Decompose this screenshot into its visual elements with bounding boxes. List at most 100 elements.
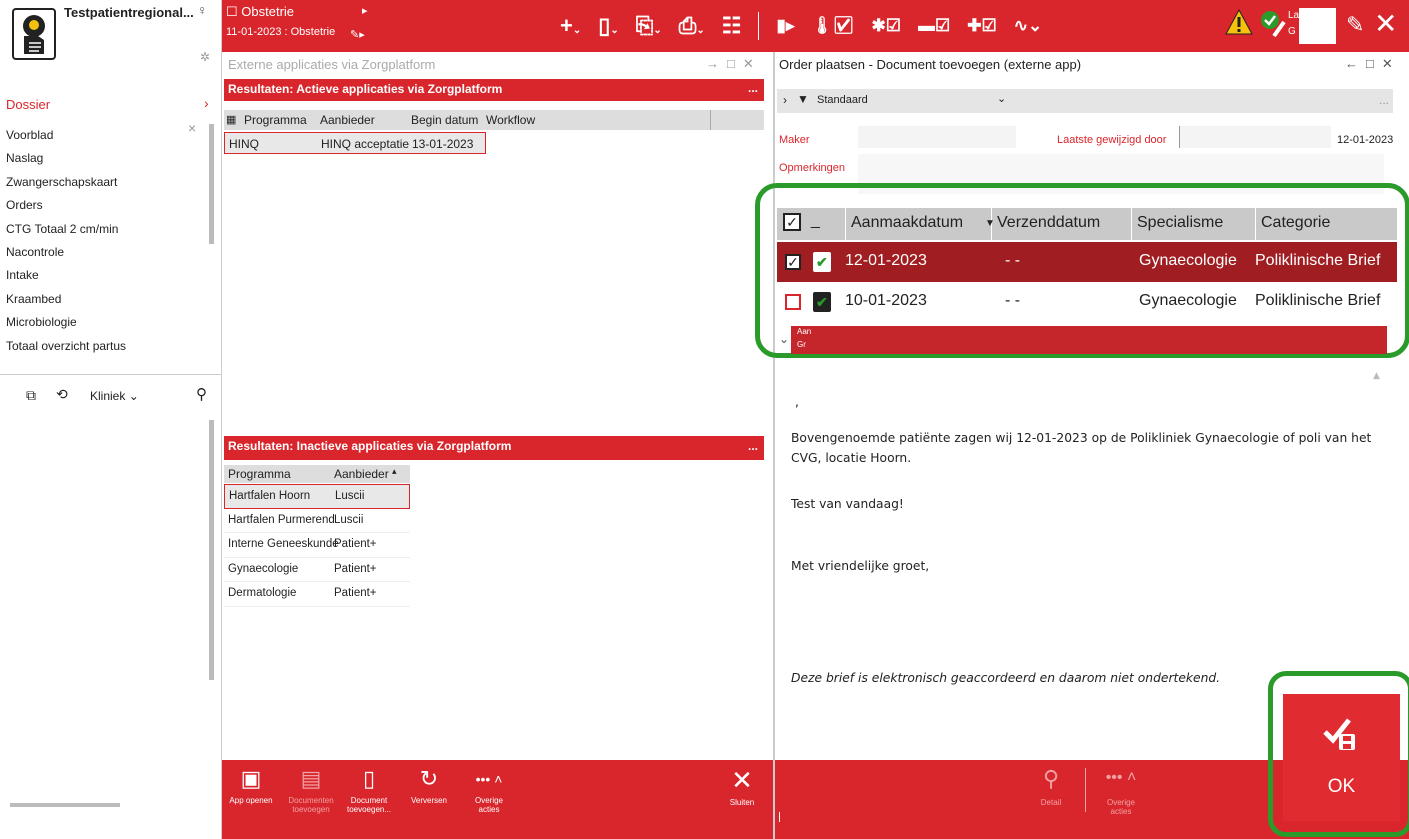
letter-comma: , [795,395,799,409]
more-icon[interactable]: ... [748,81,758,95]
bed-icon[interactable]: ▬☑ [918,16,950,36]
active-table-header: ▦ Programma Aanbieder Begin datum Workflow [224,110,764,130]
column-header[interactable]: Workflow [486,113,535,127]
table-row[interactable]: Dermatologie Patient+ [224,582,410,607]
filter-select[interactable]: Kliniek ⌄ [90,389,139,403]
medication-icon[interactable]: ✱☑ [872,16,901,36]
top-bar: ☐ Obstetrie 11-01-2023 : Obstetrie ▸ ✎▸ … [222,0,1409,52]
more-icon[interactable]: ... [1379,93,1389,107]
chevron-right-icon[interactable]: › [783,93,787,107]
table-row[interactable]: Gynaecologie Patient+ [224,558,410,582]
check-pen-icon[interactable] [1258,8,1288,38]
scroll-up-icon[interactable]: ▲ [1373,366,1380,386]
sidebar-item[interactable]: CTG Totaal 2 cm/min [6,218,196,241]
folder-icon: ☐ [226,4,238,19]
detail-button[interactable]: ⚲ Detail [1031,766,1071,807]
right-title: Order plaatsen - Document toevoegen (ext… [779,57,1082,72]
table-row[interactable]: HINQ HINQ acceptatie 13-01-2023 [224,132,486,154]
column-header[interactable]: Begin datum [411,113,478,127]
footer-buttons: ▣ App openen ▤ Documenten toevoegen ▯ Document… [222,760,552,839]
footer-button[interactable]: ••• ˄ Overige acties [462,766,516,814]
overige-button[interactable]: ••• ˄ Overige acties [1097,766,1145,816]
panel-controls[interactable]: →□✕ [706,56,762,72]
dossier-header[interactable]: Dossier › [0,94,222,114]
scrollbar[interactable] [209,420,214,680]
gewijzigd-field[interactable] [1179,126,1331,148]
sidebar-item[interactable]: Naslag [6,147,196,170]
maker-label: Maker [779,134,810,146]
footer-label: acties [478,805,500,814]
sidebar-item[interactable]: Voorblad [6,124,196,147]
context-selector[interactable]: ☐ Obstetrie 11-01-2023 : Obstetrie [226,4,376,48]
pen-icon[interactable]: ✎▸ [350,28,365,41]
injection-icon[interactable]: ✚☑ [967,16,996,36]
table-row[interactable]: Hartfalen Hoorn Luscii [224,484,410,509]
more-icon[interactable]: ... [748,439,758,453]
cursor-mark [779,812,780,822]
print-icon[interactable]: ⎙⌄ [679,13,705,39]
panel-controls[interactable]: ←□✕ [1345,56,1401,72]
warning-icon[interactable] [1224,8,1254,36]
list-settings-icon[interactable]: ☷ [722,13,742,39]
sidebar-item[interactable]: Microbiologie [6,311,196,334]
table-row[interactable]: Hartfalen Purmerend Luscii [224,509,410,533]
sidebar-item[interactable]: Kraambed [6,288,196,311]
user-box[interactable] [1299,8,1336,44]
stethoscope-icon[interactable]: ∿⌄ [1014,16,1043,36]
user-label-1: La [1288,10,1300,21]
footer-button[interactable]: ↻ Verversen [402,766,456,805]
column-header[interactable]: Programma [228,467,291,481]
table-cell: Luscii [335,490,365,502]
avatar[interactable] [12,8,56,60]
active-section-header: Resultaten: Actieve applicaties via Zorg… [224,79,764,101]
letter-paragraph-1: Bovengenoemde patiënte zagen wij 12-01-2… [791,431,1372,465]
add-icon[interactable]: +⌄ [560,13,581,39]
sidebar-item[interactable]: Orders [6,194,196,217]
maker-field[interactable] [858,126,1016,148]
copy-icon[interactable]: ⧉ [26,387,36,404]
thermometer-icon[interactable]: 🌡☑ [811,16,854,36]
panel-title: Externe applicaties via Zorgplatform [228,57,436,72]
sidebar-item[interactable]: Zwangerschapskaart [6,171,196,194]
chart-icon[interactable]: ▮▸ [776,16,794,36]
footer-button[interactable]: ▤ Documenten toevoegen [284,766,338,814]
close-icon[interactable]: ✕ [1374,7,1397,40]
middle-panel: Externe applicaties via Zorgplatform →□✕… [222,52,773,839]
subrecord-bar[interactable]: Aan Gr [791,326,1387,354]
footer-button[interactable]: ▯ Document toevoegen... [342,766,396,814]
table-row[interactable]: Interne Geneeskunde Patient+ [224,533,410,558]
left-panel: Testpatientregional... ♀ ✲ Dossier › × V… [0,0,222,839]
column-spacer [710,110,711,130]
footer-label: Overige [474,796,503,805]
table-cell: 13-01-2023 [412,137,474,151]
user-label-2: G [1288,26,1296,37]
patient-name[interactable]: Testpatientregional... [64,5,194,20]
table-cell: Gynaecologie [228,562,299,575]
chevron-right-icon: › [204,95,209,111]
footer-button[interactable]: ▣ App openen [224,766,278,805]
sidebar-item[interactable]: Totaal overzicht partus [6,335,196,358]
document-icon[interactable]: ▯⌄ [598,13,619,39]
pin-icon[interactable]: ✎ [1346,12,1364,38]
column-header[interactable]: Aanbieder [334,467,389,481]
chevron-down-icon[interactable]: ⌄ [779,332,789,346]
settings-icon[interactable]: ✲ [200,50,210,64]
clipboard-icon[interactable]: ⎘⌄ [636,13,662,39]
scrollbar[interactable] [209,124,214,244]
column-header[interactable]: Programma [244,113,307,127]
detail-label: Detail [1040,798,1062,807]
overige-label-1: Overige [1106,798,1135,807]
footer-label: toevoegen... [346,805,392,814]
filter-select[interactable]: Standaard ⌄ [817,93,1007,106]
column-header[interactable]: Aanbieder [320,113,375,127]
close-button[interactable]: ✕ Sluiten [722,766,762,807]
table-cell: Hartfalen Hoorn [229,490,311,502]
history-icon[interactable]: ⟲ [56,386,68,403]
filter-value: Standaard [817,94,868,106]
search-icon[interactable]: ⚲ [196,385,207,403]
horizontal-scrollbar[interactable] [10,803,120,807]
history-toolbar: ⧉ ⟲ Kliniek ⌄ ⚲ [0,374,222,414]
sidebar-item[interactable]: Nacontrole [6,241,196,264]
sidebar-item[interactable]: Intake [6,264,196,287]
active-section-title: Resultaten: Actieve applicaties via Zorg… [228,82,503,96]
